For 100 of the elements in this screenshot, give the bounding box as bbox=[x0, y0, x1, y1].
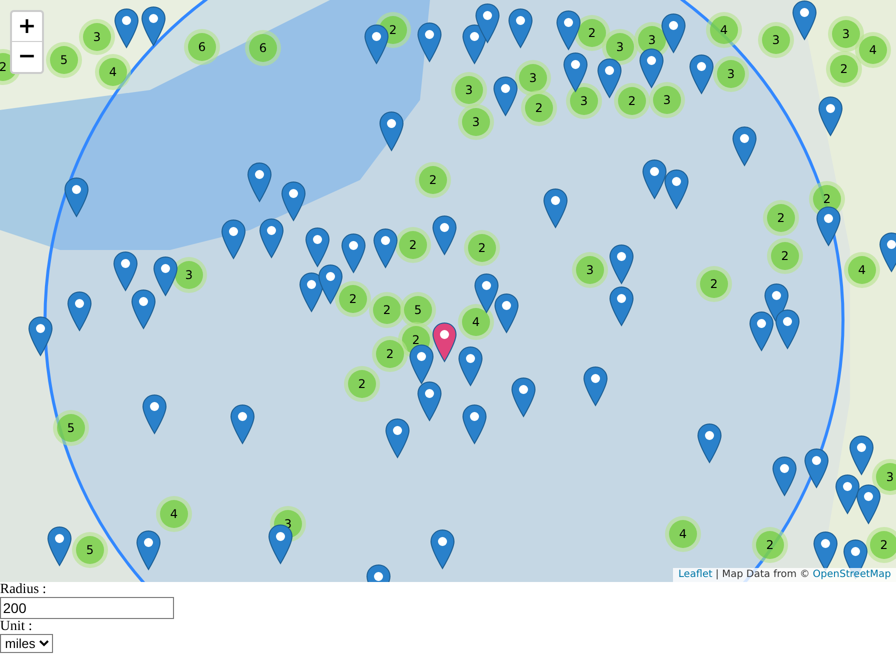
cluster-marker[interactable]: 3 bbox=[572, 252, 608, 288]
location-pin-icon[interactable] bbox=[409, 344, 434, 385]
location-pin-icon[interactable] bbox=[661, 13, 686, 54]
location-pin-icon[interactable] bbox=[835, 474, 860, 515]
location-pin-icon[interactable] bbox=[141, 6, 166, 47]
location-pin-icon[interactable] bbox=[364, 24, 389, 65]
cluster-marker[interactable]: 3 bbox=[602, 29, 638, 65]
cluster-marker[interactable]: 2 bbox=[344, 366, 380, 402]
location-pin-icon[interactable] bbox=[792, 0, 817, 41]
location-pin-icon[interactable] bbox=[597, 58, 622, 99]
location-pin-icon[interactable] bbox=[318, 264, 343, 305]
location-pin-icon[interactable] bbox=[142, 394, 167, 435]
location-pin-icon[interactable] bbox=[849, 435, 874, 476]
cluster-marker[interactable]: 2 bbox=[767, 238, 803, 274]
location-pin-icon[interactable] bbox=[511, 377, 536, 418]
openstreetmap-link[interactable]: OpenStreetMap bbox=[812, 568, 891, 582]
location-pin-icon[interactable] bbox=[475, 3, 500, 44]
location-pin-icon[interactable] bbox=[697, 423, 722, 464]
cluster-marker[interactable]: 2 bbox=[369, 292, 405, 328]
location-pin-icon[interactable] bbox=[639, 48, 664, 89]
location-pin-icon[interactable] bbox=[856, 484, 881, 525]
location-pin-icon[interactable] bbox=[417, 381, 442, 422]
cluster-marker[interactable]: 5 bbox=[46, 42, 82, 78]
cluster-marker[interactable]: 6 bbox=[184, 29, 220, 65]
location-pin-icon[interactable] bbox=[642, 159, 667, 200]
cluster-marker[interactable]: 6 bbox=[245, 30, 281, 66]
location-pin-icon[interactable] bbox=[221, 219, 246, 260]
location-pin-icon[interactable] bbox=[749, 311, 774, 352]
cluster-marker[interactable]: 3 bbox=[713, 56, 749, 92]
cluster-marker[interactable]: 3 bbox=[758, 22, 794, 58]
cluster-marker[interactable]: 4 bbox=[706, 12, 742, 48]
location-pin-icon[interactable] bbox=[281, 181, 306, 222]
cluster-marker[interactable]: 2 bbox=[464, 230, 500, 266]
cluster-marker[interactable]: 3 bbox=[515, 60, 551, 96]
location-pin-icon[interactable] bbox=[563, 52, 588, 93]
location-pin-icon[interactable] bbox=[543, 188, 568, 229]
location-pin-icon[interactable] bbox=[247, 162, 272, 203]
location-pin-icon[interactable] bbox=[136, 530, 161, 571]
location-pin-icon[interactable] bbox=[432, 215, 457, 256]
location-pin-icon[interactable] bbox=[474, 273, 499, 314]
location-pin-icon[interactable] bbox=[556, 10, 581, 51]
location-pin-icon[interactable] bbox=[818, 96, 843, 137]
leaflet-link[interactable]: Leaflet bbox=[678, 568, 712, 582]
cluster-marker[interactable]: 4 bbox=[458, 304, 494, 340]
location-pin-icon[interactable] bbox=[689, 54, 714, 95]
location-pin-icon[interactable] bbox=[816, 206, 841, 247]
location-pin-icon[interactable] bbox=[259, 218, 284, 259]
location-pin-icon[interactable] bbox=[47, 526, 72, 567]
location-pin-icon[interactable] bbox=[131, 289, 156, 330]
unit-select[interactable]: miles bbox=[0, 634, 53, 653]
location-pin-icon[interactable] bbox=[432, 322, 457, 363]
cluster-marker[interactable]: 4 bbox=[156, 496, 192, 532]
radius-input[interactable]: 200 bbox=[0, 597, 174, 619]
location-pin-icon[interactable] bbox=[305, 227, 330, 268]
location-pin-icon[interactable] bbox=[732, 126, 757, 167]
cluster-marker[interactable]: 2 bbox=[415, 162, 451, 198]
cluster-marker[interactable]: 2 bbox=[826, 51, 862, 87]
location-pin-icon[interactable] bbox=[67, 291, 92, 332]
cluster-marker[interactable]: 3 bbox=[451, 72, 487, 108]
cluster-marker[interactable]: 2 bbox=[395, 227, 431, 263]
location-pin-icon[interactable] bbox=[114, 8, 139, 49]
location-pin-icon[interactable] bbox=[341, 233, 366, 274]
cluster-marker[interactable]: 4 bbox=[95, 54, 131, 90]
location-pin-icon[interactable] bbox=[28, 316, 53, 357]
location-pin-icon[interactable] bbox=[494, 293, 519, 334]
cluster-marker[interactable]: 2 bbox=[696, 266, 732, 302]
cluster-marker[interactable]: 3 bbox=[872, 459, 896, 495]
location-pin-icon[interactable] bbox=[458, 346, 483, 387]
location-pin-icon[interactable] bbox=[379, 111, 404, 152]
cluster-marker[interactable]: 2 bbox=[866, 527, 896, 563]
cluster-marker[interactable]: 3 bbox=[828, 16, 864, 52]
location-pin-icon[interactable] bbox=[775, 309, 800, 350]
cluster-marker[interactable]: 3 bbox=[458, 104, 494, 140]
cluster-marker[interactable]: 2 bbox=[521, 90, 557, 126]
location-pin-icon[interactable] bbox=[430, 529, 455, 570]
location-pin-icon[interactable] bbox=[508, 8, 533, 49]
location-pin-icon[interactable] bbox=[230, 404, 255, 445]
location-pin-icon[interactable] bbox=[64, 177, 89, 218]
cluster-marker[interactable]: 5 bbox=[53, 410, 89, 446]
cluster-marker[interactable]: 4 bbox=[855, 32, 891, 68]
zoom-in-button[interactable]: + bbox=[12, 12, 42, 42]
cluster-marker[interactable]: 2 bbox=[752, 527, 788, 563]
cluster-marker[interactable]: 3 bbox=[566, 83, 602, 119]
cluster-marker[interactable]: 2 bbox=[335, 281, 371, 317]
location-pin-icon[interactable] bbox=[417, 22, 442, 63]
cluster-marker[interactable]: 3 bbox=[79, 19, 115, 55]
cluster-marker[interactable]: 2 bbox=[372, 336, 408, 372]
location-pin-icon[interactable] bbox=[609, 244, 634, 285]
location-pin-icon[interactable] bbox=[462, 404, 487, 445]
cluster-marker[interactable]: 4 bbox=[665, 516, 701, 552]
location-pin-icon[interactable] bbox=[153, 256, 178, 297]
location-pin-icon[interactable] bbox=[493, 76, 518, 117]
location-pin-icon[interactable] bbox=[804, 448, 829, 489]
location-pin-icon[interactable] bbox=[583, 366, 608, 407]
cluster-marker[interactable]: 3 bbox=[649, 82, 685, 118]
cluster-marker[interactable]: 4 bbox=[844, 252, 880, 288]
location-pin-icon[interactable] bbox=[373, 228, 398, 269]
location-pin-icon[interactable] bbox=[113, 251, 138, 292]
location-pin-icon[interactable] bbox=[772, 456, 797, 497]
cluster-marker[interactable]: 2 bbox=[614, 83, 650, 119]
